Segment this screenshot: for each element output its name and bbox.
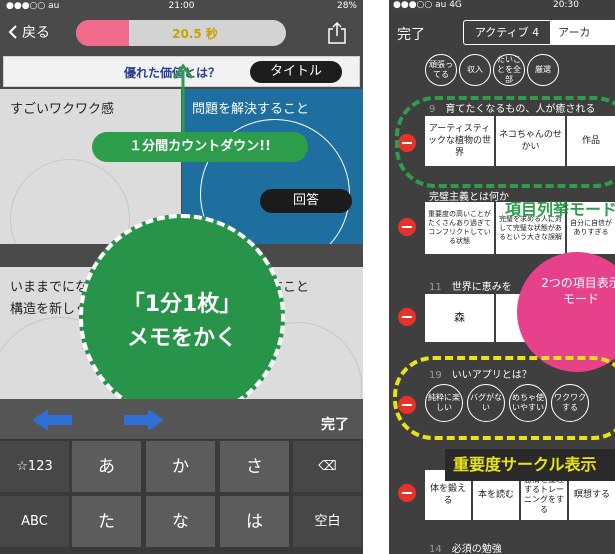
key-backspace[interactable]: ⌫ <box>293 441 363 493</box>
key-abc[interactable]: ABC <box>0 496 70 548</box>
done-button[interactable]: 完了 <box>321 414 349 434</box>
japanese-keyboard: ☆123 あ か さ ⌫ ABC た な は 空白 <box>0 439 363 554</box>
row-title: 世界に恵みを <box>451 282 512 293</box>
key-na[interactable]: な <box>146 496 216 548</box>
chip-circle[interactable]: たいことを全部 <box>493 54 525 86</box>
callout-arrow-icon <box>172 63 194 140</box>
two-item-mode-line-2: モード <box>562 292 599 306</box>
feature-circle: 「1分1枚」 メモをかく <box>79 214 285 420</box>
chevron-left-icon <box>8 25 17 39</box>
keyboard-accessory-bar: 完了 <box>0 399 363 439</box>
chip-circle[interactable]: 収入 <box>459 54 491 86</box>
key-ka[interactable]: か <box>146 441 216 493</box>
answer-pill: 回答 <box>260 189 352 213</box>
clock-label: 21:00 <box>168 1 195 11</box>
status-bar: ●●●○○ au 21:00 28% <box>0 0 363 14</box>
row-number: 11 <box>429 282 442 293</box>
title-pill: タイトル <box>250 61 342 83</box>
countdown-timer: 20.5 秒 <box>76 20 286 46</box>
battery-label: 28% <box>336 1 357 11</box>
row-title: 必須の勉強 <box>451 544 502 554</box>
cell-ring-decoration <box>10 159 130 244</box>
chip-circle[interactable]: 頑張ってる <box>425 54 457 86</box>
arrow-right-icon[interactable] <box>124 409 164 431</box>
countdown-callout: １分間カウントダウン!! <box>92 132 308 162</box>
arrow-left-icon[interactable] <box>32 409 72 431</box>
carrier-label: ●●●○○ au 4G <box>393 0 462 10</box>
segmented-control: アクティブ 4 アーカ <box>463 20 615 45</box>
done-button[interactable]: 完了 <box>397 24 425 44</box>
screenshot-collage: ●●●○○ au 21:00 28% 戻る 20.5 秒 優れた価値とは？ タイ… <box>0 0 615 554</box>
delete-icon[interactable] <box>398 308 416 326</box>
back-button[interactable]: 戻る <box>8 22 50 42</box>
timer-text: 20.5 秒 <box>172 27 218 41</box>
memo-chip[interactable]: 森 <box>425 294 495 342</box>
feature-line-2: メモをかく <box>126 326 237 351</box>
delete-icon[interactable] <box>398 484 416 502</box>
key-symbols[interactable]: ☆123 <box>0 441 70 493</box>
nav-bar: 戻る 20.5 秒 <box>0 14 363 54</box>
feature-line-1: 「1分1枚」 <box>122 292 242 317</box>
list-item: 頑張ってる 収入 たいことを全部 厳選 <box>425 54 615 86</box>
delete-icon[interactable] <box>398 218 416 236</box>
status-bar: ●●●○○ au 4G 20:30 <box>389 0 615 12</box>
memo-list-screen: ●●●○○ au 4G 20:30 完了 アクティブ 4 アーカ 頑張ってる 収… <box>389 0 615 554</box>
key-ta[interactable]: た <box>72 496 142 548</box>
row-number: 14 <box>429 544 442 554</box>
back-label: 戻る <box>22 25 50 41</box>
key-space[interactable]: 空白 <box>293 496 363 548</box>
memo-chip[interactable]: 重要度の高いことがたくさんあり過ぎてコンフリクトしている状態 <box>425 202 495 254</box>
share-icon[interactable] <box>327 21 347 45</box>
circle-mode-highlight <box>393 356 615 440</box>
list-mode-label: 項目列挙モード <box>505 200 615 219</box>
chip-circle[interactable]: 厳選 <box>527 54 559 86</box>
key-ha[interactable]: は <box>220 496 290 548</box>
list-item-header: 14 必須の勉強 <box>429 540 615 554</box>
tab-active[interactable]: アクティブ 4 <box>464 21 550 44</box>
list-mode-highlight <box>395 96 615 188</box>
key-sa[interactable]: さ <box>220 441 290 493</box>
two-item-mode-line-1: 2つの項目表示 <box>541 276 615 290</box>
memo-cell-text: すごいワクワク感 <box>10 102 115 117</box>
memo-cell-text: 問題を解決すること <box>192 102 310 117</box>
key-a[interactable]: あ <box>72 441 142 493</box>
memo-editor-screen: ●●●○○ au 21:00 28% 戻る 20.5 秒 優れた価値とは？ タイ… <box>0 0 363 554</box>
nav-bar: 完了 アクティブ 4 アーカ <box>389 12 615 52</box>
tab-archive[interactable]: アーカ <box>550 21 615 44</box>
clock-label: 20:30 <box>553 0 579 10</box>
circle-mode-label: 重要度サークル表示 <box>445 449 615 481</box>
